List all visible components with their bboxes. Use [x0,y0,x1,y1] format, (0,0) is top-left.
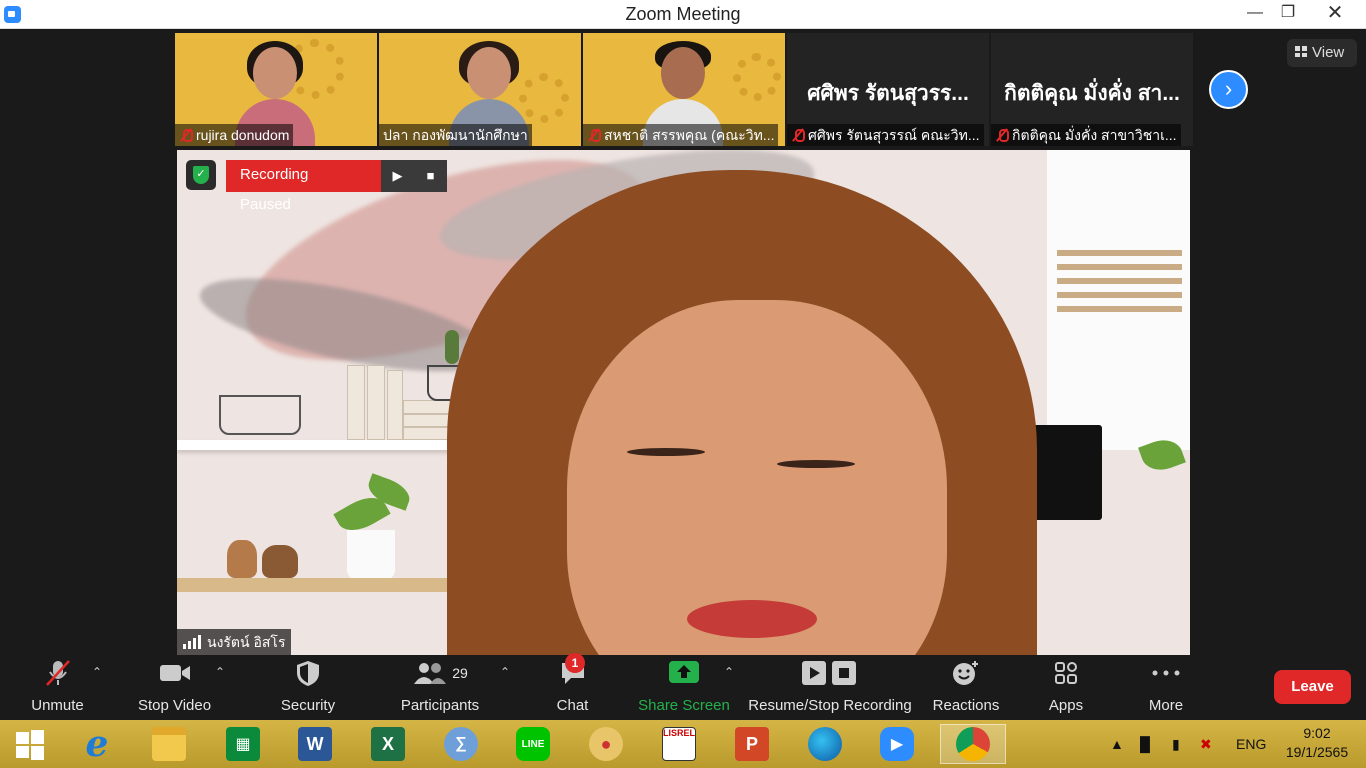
audio-options-caret-icon[interactable]: ⌃ [92,665,102,679]
network-icon[interactable]: █ [1140,720,1150,768]
resume-stop-recording-button[interactable]: Resume/Stop Recording [748,655,912,720]
background-gear [733,53,781,101]
mic-muted-icon [791,128,805,142]
internet-explorer-icon[interactable]: e [72,723,122,765]
window-title: Zoom Meeting [625,4,741,24]
participant-tile[interactable]: กิตติคุณ มั่งคั่ง สา... กิตติคุณ มั่งคั่… [991,33,1193,146]
window-background [1047,150,1190,450]
participant-name: ศศิพร รัตนสุวรรณ์ คณะวิท... [787,124,984,146]
recording-indicator: Recording Paused ▶ ■ [226,160,447,213]
maximize-icon[interactable]: ❐ [1268,0,1308,28]
zoom-icon[interactable]: ▶ [872,724,922,764]
participant-name: rujira donudom [175,124,294,146]
participant-tile[interactable]: ศศิพร รัตนสุวรร... ศศิพร รัตนสุวรรณ์ คณะ… [787,33,989,146]
participant-name: สหชาติ สรรพคุณ (คณะวิท... [583,124,779,146]
paint-icon[interactable]: ● [581,724,631,764]
security-shield-icon [297,661,319,686]
unmute-button[interactable]: Unmute [20,655,95,720]
powerpoint-icon[interactable]: P [727,724,777,764]
math-input-icon[interactable]: ∑ [436,724,486,764]
next-page-arrow-icon[interactable]: › [1209,70,1248,109]
excel-icon[interactable]: X [363,724,413,764]
share-screen-icon [669,661,699,683]
participant-display-name: ศศิพร รัตนสุวรร... [807,82,969,105]
grid-view-icon [1295,46,1307,57]
participant-tile[interactable]: สหชาติ สรรพคุณ (คณะวิท... [583,33,785,146]
meeting-toolbar: Unmute ⌃ Stop Video ⌃ Security 29 Partic… [0,653,1366,720]
security-button[interactable]: Security [272,655,344,720]
encryption-shield-icon[interactable]: ✓ [186,160,216,190]
store-icon[interactable]: ▦ [218,724,268,764]
start-icon[interactable] [5,724,55,764]
apps-icon [1055,662,1077,684]
participants-button[interactable]: 29 Participants [395,655,485,720]
share-screen-button[interactable]: Share Screen [638,655,730,720]
file-explorer-icon[interactable] [144,724,194,764]
volume-muted-icon[interactable]: ✖ [1200,720,1212,768]
desk [177,578,477,592]
share-options-caret-icon[interactable]: ⌃ [724,665,734,679]
chat-button[interactable]: 1 Chat [545,653,600,720]
video-camera-icon [159,665,190,681]
recording-controls-icon [802,661,856,685]
chrome-icon[interactable] [940,724,1006,764]
mic-muted-icon [179,128,193,142]
participant-name: ปลา กองพัฒนานักศึกษา [379,124,532,146]
participants-caret-icon[interactable]: ⌃ [500,665,510,679]
speaker-name-label: นงรัตน์ อิสโร [177,629,292,655]
video-options-caret-icon[interactable]: ⌃ [215,665,225,679]
signal-strength-icon [183,635,201,649]
active-speaker-video: ✓ Recording Paused ▶ ■ นงรัตน์ อิสโร [177,150,1190,655]
microphone-muted-icon [45,660,70,686]
stop-recording-icon[interactable]: ■ [414,160,447,192]
stop-video-button[interactable]: Stop Video [132,655,217,720]
meeting-area: rujira donudom ปลา กองพัฒนานักศึกษา สหชา… [0,29,1366,655]
mic-muted-icon [587,128,601,142]
leave-button[interactable]: Leave [1274,670,1351,704]
participant-name: กิตติคุณ มั่งคั่ง สาขาวิชาเ... [991,124,1181,146]
lisrel-icon[interactable]: LISREL [654,724,704,764]
clock-date: 19/1/2565 [1285,744,1349,760]
word-icon[interactable]: W [290,724,340,764]
edge-icon[interactable] [800,724,850,764]
close-icon[interactable]: ✕ [1315,0,1355,28]
participant-tile[interactable]: rujira donudom [175,33,377,146]
battery-icon[interactable]: ▮ [1172,720,1180,768]
show-hidden-icons-icon[interactable]: ▲ [1110,720,1124,768]
language-indicator[interactable]: ENG [1236,720,1266,768]
mic-muted-icon [995,128,1009,142]
windows-taskbar: e ▦ W X ∑ LINE ● LISREL P ▶ ▲ █ ▮ ✖ ENG … [0,720,1366,768]
reactions-icon [953,661,978,685]
clock-time: 9:02 [1303,725,1331,741]
title-bar: Zoom Meeting — ❐ ✕ [0,0,1366,29]
speaker-lips [687,600,817,638]
view-button[interactable]: View [1287,39,1357,67]
chat-unread-badge: 1 [565,653,585,673]
system-clock[interactable]: 9:02 19/1/2565 [1272,724,1362,762]
more-button[interactable]: More [1136,655,1196,720]
resume-recording-icon[interactable]: ▶ [381,160,414,192]
more-dots-icon [1152,670,1180,676]
line-icon[interactable]: LINE [508,724,558,764]
recording-status: Recording Paused [226,160,381,213]
participants-icon [414,663,447,684]
apps-button[interactable]: Apps [1036,655,1096,720]
reactions-button[interactable]: Reactions [930,655,1002,720]
participant-tile[interactable]: ปลา กองพัฒนานักศึกษา [379,33,581,146]
participant-display-name: กิตติคุณ มั่งคั่ง สา... [1004,82,1180,105]
participant-count: 29 [452,665,468,681]
